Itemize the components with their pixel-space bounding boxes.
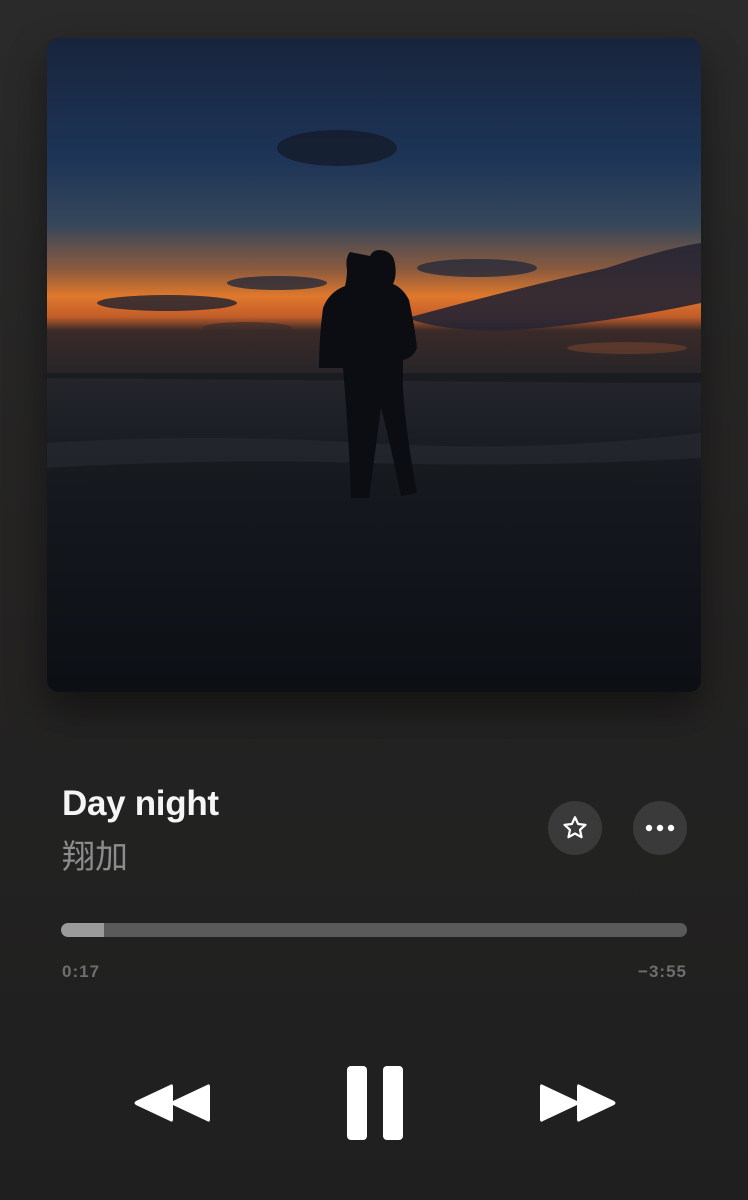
remaining-time: −3:55 (638, 962, 687, 981)
fast-forward-button[interactable] (536, 1074, 624, 1132)
track-title: Day night (62, 784, 219, 823)
rewind-icon (134, 1084, 210, 1122)
playback-progress-bar[interactable] (61, 923, 687, 937)
favorite-button[interactable] (548, 801, 602, 855)
ellipsis-icon (645, 824, 675, 832)
album-artwork (47, 38, 701, 692)
pause-button[interactable] (340, 1060, 410, 1146)
star-icon (563, 816, 587, 839)
playback-progress-fill (61, 923, 104, 937)
pause-icon (347, 1066, 403, 1140)
elapsed-time: 0:17 (62, 962, 101, 981)
fast-forward-icon (540, 1084, 616, 1122)
album-artwork-image (47, 38, 701, 692)
rewind-button[interactable] (126, 1074, 214, 1132)
track-artist[interactable]: 翔加 (62, 830, 128, 878)
more-options-button[interactable] (633, 801, 687, 855)
